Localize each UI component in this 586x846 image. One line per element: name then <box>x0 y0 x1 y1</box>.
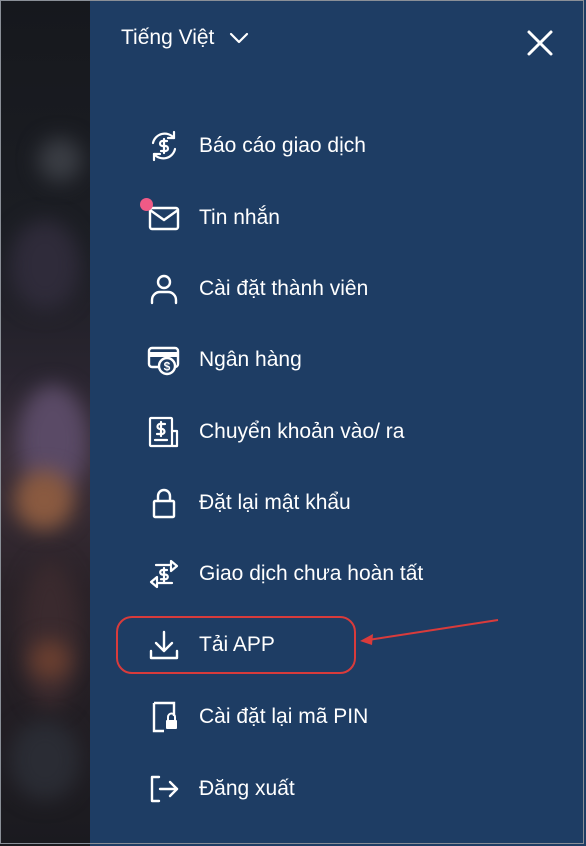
notification-dot <box>140 198 153 211</box>
menu-item-pending-transactions[interactable]: Giao dịch chưa hoàn tất <box>146 554 423 594</box>
transfer-icon <box>146 414 182 450</box>
pin-lock-icon <box>146 699 182 735</box>
menu-item-label: Tin nhắn <box>199 206 280 229</box>
menu-item-label: Tải APP <box>199 633 275 656</box>
bank-card-icon: $ <box>146 342 182 378</box>
menu-item-label: Báo cáo giao dịch <box>199 134 366 157</box>
menu-item-transfer[interactable]: Chuyển khoản vào/ ra <box>146 412 404 452</box>
user-icon <box>146 271 182 307</box>
menu-item-label: Cài đặt lại mã PIN <box>199 705 369 728</box>
chevron-down-icon <box>228 31 250 45</box>
logout-icon <box>146 771 182 807</box>
mail-icon <box>140 198 182 236</box>
transaction-report-icon <box>146 128 182 164</box>
menu-item-member-settings[interactable]: Cài đặt thành viên <box>146 269 368 309</box>
menu-item-label: Ngân hàng <box>199 348 302 371</box>
menu-item-messages[interactable]: Tin nhắn <box>140 198 280 238</box>
menu-item-download-app[interactable]: Tải APP <box>146 625 275 665</box>
lock-icon <box>146 485 182 521</box>
language-label: Tiếng Việt <box>121 26 215 49</box>
menu-item-label: Đặt lại mật khẩu <box>199 491 351 514</box>
menu-item-label: Cài đặt thành viên <box>199 277 369 300</box>
menu-item-reset-password[interactable]: Đặt lại mật khẩu <box>146 483 351 523</box>
menu-item-bank[interactable]: $ Ngân hàng <box>146 340 302 380</box>
menu-item-logout[interactable]: Đăng xuất <box>146 769 295 809</box>
pending-transaction-icon <box>146 556 182 592</box>
side-menu-panel: Tiếng Việt Báo cáo giao dịch Tin nhắn Cà… <box>90 0 586 846</box>
menu-item-label: Giao dịch chưa hoàn tất <box>199 562 424 585</box>
language-selector[interactable]: Tiếng Việt <box>121 26 250 50</box>
menu-item-reset-pin[interactable]: Cài đặt lại mã PIN <box>146 697 368 737</box>
download-icon <box>146 627 182 663</box>
menu-item-transaction-report[interactable]: Báo cáo giao dịch <box>146 126 366 166</box>
close-icon[interactable] <box>524 27 556 59</box>
menu-item-label: Đăng xuất <box>199 777 295 800</box>
menu-item-label: Chuyển khoản vào/ ra <box>199 420 405 443</box>
blurred-background <box>0 0 90 846</box>
svg-text:$: $ <box>164 360 171 374</box>
